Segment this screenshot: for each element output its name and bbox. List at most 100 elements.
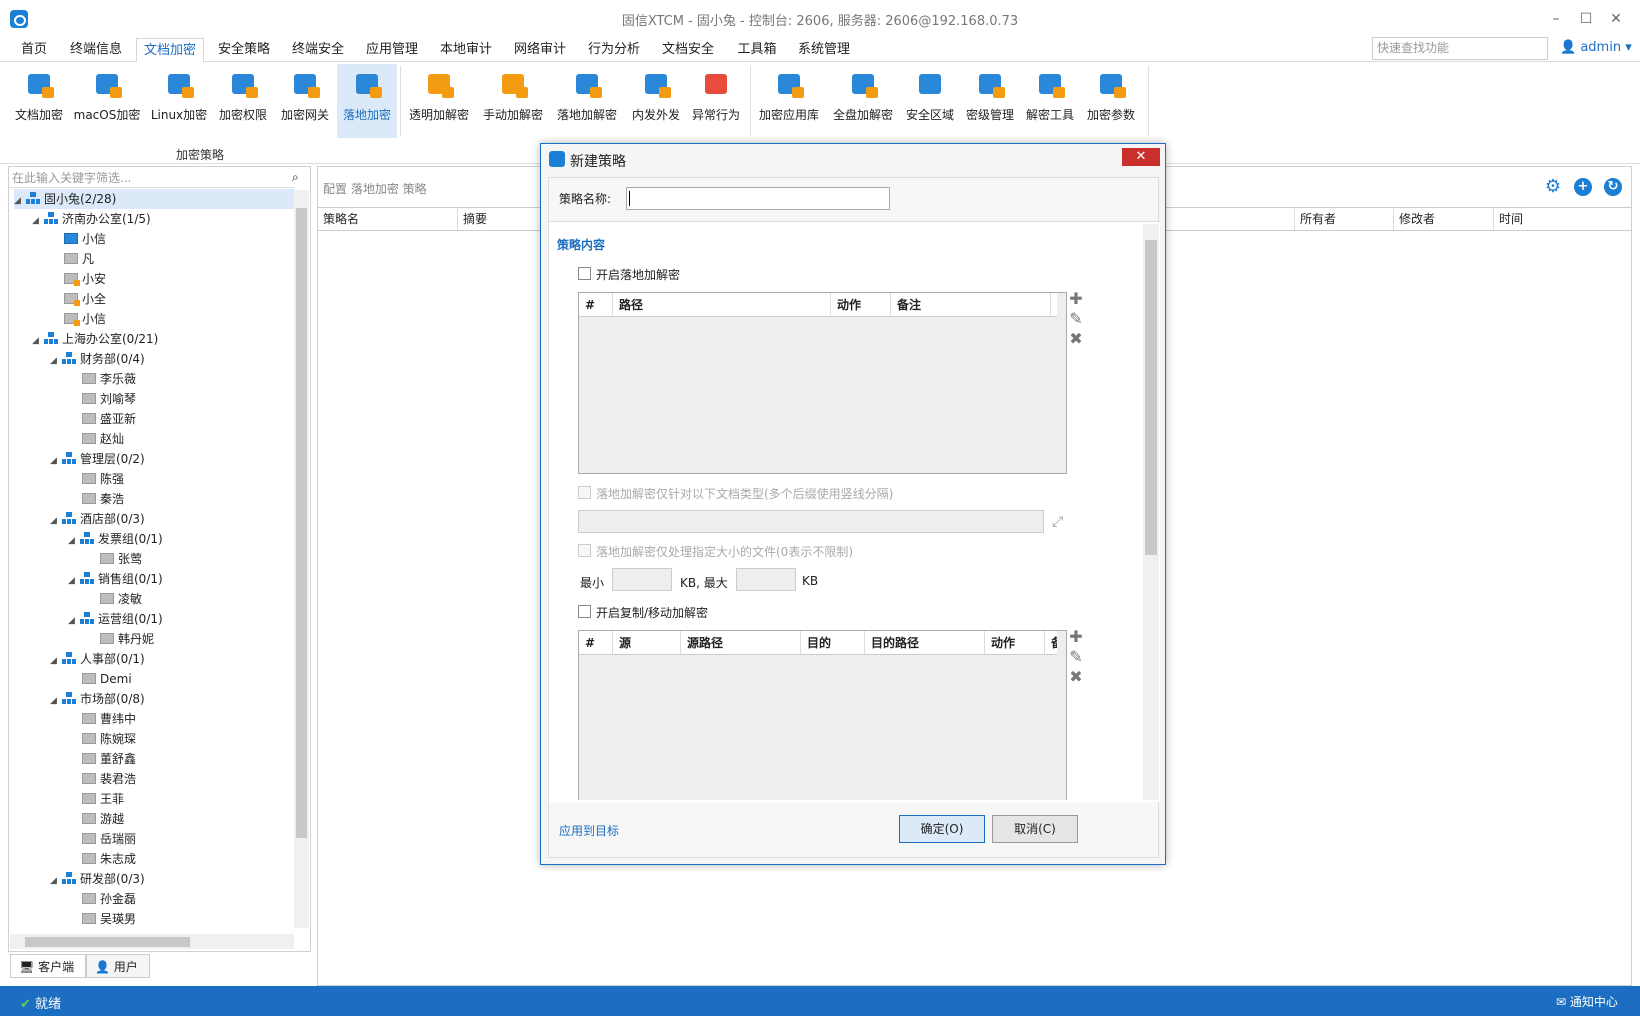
expand-icon[interactable]: ⤢ (1052, 514, 1063, 530)
tree-leaf[interactable]: 曹纬中 (82, 709, 136, 729)
menu-behavior-analysis[interactable]: 行为分析 (584, 38, 644, 62)
tree-hscroll-thumb[interactable] (25, 937, 190, 947)
tree-node[interactable]: ◢ 市场部(0/8) (50, 689, 145, 709)
col-source[interactable]: 源 (613, 631, 681, 655)
menu-app-management[interactable]: 应用管理 (362, 38, 422, 62)
refresh-icon[interactable]: ↻ (1604, 178, 1622, 196)
tree-node[interactable]: ◢ 发票组(0/1) (68, 529, 163, 549)
tree-leaf[interactable]: 秦浩 (82, 489, 124, 509)
tree-leaf[interactable]: 小安 (64, 269, 106, 289)
col-path[interactable]: 路径 (613, 293, 831, 317)
tree-node-root[interactable]: ◢ 固小兔(2/28) (14, 189, 294, 209)
tree-leaf[interactable]: 凌敏 (100, 589, 142, 609)
ribbon-decrypt-tool-button[interactable]: 解密工具 (1022, 64, 1078, 138)
delete-icon[interactable]: ✖ (1068, 667, 1084, 686)
ribbon-doc-encrypt-button[interactable]: 文档加密 (10, 64, 68, 138)
ribbon-full-disk-crypt-button[interactable]: 全盘加解密 (830, 64, 896, 138)
col-index[interactable]: # (579, 631, 613, 655)
edit-icon[interactable]: ✎ (1068, 647, 1084, 666)
tree-node-shanghai[interactable]: ◢ 上海办公室(0/21) (32, 329, 158, 349)
col-action[interactable]: 动作 (985, 631, 1045, 655)
column-policy-name[interactable]: 策略名 (318, 208, 458, 230)
delete-icon[interactable]: ✖ (1068, 329, 1084, 348)
close-window-icon[interactable]: ✕ (1604, 8, 1628, 30)
tree-leaf[interactable]: 盛亚新 (82, 409, 136, 429)
ribbon-encrypt-params-button[interactable]: 加密参数 (1082, 64, 1140, 138)
ribbon-transparent-crypt-button[interactable]: 透明加解密 (406, 64, 472, 138)
col-destination-path[interactable]: 目的路径 (865, 631, 985, 655)
menu-terminal-security[interactable]: 终端安全 (288, 38, 348, 62)
tree-scroll-thumb[interactable] (296, 208, 307, 838)
notification-center[interactable]: ✉ 通知中心 (1556, 993, 1618, 1010)
ribbon-landing-encrypt-button[interactable]: 落地加密 (337, 64, 397, 138)
minimize-icon[interactable]: – (1544, 8, 1568, 30)
enable-landing-crypt-checkbox[interactable] (578, 267, 591, 280)
add-icon[interactable]: ✚ (1068, 289, 1084, 308)
tree-leaf[interactable]: 韩丹妮 (100, 629, 154, 649)
settings-icon[interactable]: ⚙ (1544, 178, 1562, 196)
maximize-icon[interactable]: ☐ (1574, 8, 1598, 30)
ribbon-encrypt-app-library-button[interactable]: 加密应用库 (756, 64, 822, 138)
doc-type-filter-checkbox[interactable] (578, 486, 591, 499)
ribbon-send-internal-external-button[interactable]: 内发外发 (628, 64, 684, 138)
tree-node[interactable]: ◢ 酒店部(0/3) (50, 509, 145, 529)
add-icon[interactable]: ✚ (1068, 627, 1084, 646)
tree-node[interactable]: ◢ 研发部(0/3) (50, 869, 145, 889)
tree-leaf[interactable]: 小信 (64, 229, 106, 249)
menu-network-audit[interactable]: 网络审计 (510, 38, 570, 62)
menu-toolbox[interactable]: 工具箱 (734, 38, 780, 62)
menu-system-management[interactable]: 系统管理 (794, 38, 854, 62)
tree-leaf[interactable]: 刘喻琴 (82, 389, 136, 409)
ribbon-macos-encrypt-button[interactable]: macOS加密 (72, 64, 142, 138)
tree-leaf[interactable]: 吴瑛男 (82, 909, 136, 929)
menu-doc-encrypt[interactable]: 文档加密 (136, 38, 204, 63)
dialog-scroll-thumb[interactable] (1145, 240, 1157, 555)
size-filter-checkbox[interactable] (578, 544, 591, 557)
tab-users[interactable]: 👤 用户 (86, 954, 150, 978)
ribbon-landing-crypt-button[interactable]: 落地加解密 (554, 64, 620, 138)
tree-node[interactable]: ◢ 财务部(0/4) (50, 349, 145, 369)
ribbon-classification-button[interactable]: 密级管理 (962, 64, 1018, 138)
ribbon-encrypt-gateway-button[interactable]: 加密网关 (276, 64, 334, 138)
menu-home[interactable]: 首页 (14, 38, 54, 62)
col-remark[interactable]: 备注 (891, 293, 1051, 317)
tree-leaf[interactable]: 裴君浩 (82, 769, 136, 789)
edit-icon[interactable]: ✎ (1068, 309, 1084, 328)
tree-leaf[interactable]: 岳瑞丽 (82, 829, 136, 849)
tree-leaf[interactable]: 赵灿 (82, 429, 124, 449)
tree-leaf[interactable]: 陈强 (82, 469, 124, 489)
tree-leaf[interactable]: 董舒鑫 (82, 749, 136, 769)
col-remark-truncated[interactable]: 备 (1045, 631, 1057, 655)
enable-copy-move-crypt-checkbox[interactable] (578, 605, 591, 618)
tree-leaf[interactable]: 朱志成 (82, 849, 136, 869)
add-icon[interactable]: + (1574, 178, 1592, 196)
apply-to-target-link[interactable]: 应用到目标 (559, 822, 619, 839)
search-icon[interactable]: ⌕ (292, 170, 306, 184)
ribbon-linux-encrypt-button[interactable]: Linux加密 (148, 64, 210, 138)
doc-types-input[interactable] (578, 510, 1044, 533)
tree-node[interactable]: ◢ 销售组(0/1) (68, 569, 163, 589)
tree-leaf[interactable]: 凡 (64, 249, 94, 269)
tree-leaf[interactable]: 王菲 (82, 789, 124, 809)
quick-search-input[interactable]: 快速查找功能 (1372, 37, 1548, 60)
column-owner[interactable]: 所有者 (1294, 208, 1394, 230)
tree-leaf[interactable]: 小全 (64, 289, 106, 309)
col-destination[interactable]: 目的 (801, 631, 865, 655)
menu-security-policy[interactable]: 安全策略 (214, 38, 274, 62)
tree-leaf[interactable]: 张莺 (100, 549, 142, 569)
tree-node-jinan[interactable]: ◢ 济南办公室(1/5) (32, 209, 151, 229)
tree-leaf[interactable]: 陈婉琛 (82, 729, 136, 749)
cancel-button[interactable]: 取消(C) (992, 815, 1078, 843)
tree-leaf[interactable]: 游越 (82, 809, 124, 829)
ok-button[interactable]: 确定(O) (899, 815, 985, 843)
menu-terminal-info[interactable]: 终端信息 (66, 38, 126, 62)
tree-node[interactable]: ◢ 运营组(0/1) (68, 609, 163, 629)
ribbon-abnormal-behavior-button[interactable]: 异常行为 (688, 64, 744, 138)
ribbon-secure-zone-button[interactable]: 安全区域 (902, 64, 958, 138)
menu-doc-security[interactable]: 文档安全 (658, 38, 718, 62)
tree-node[interactable]: ◢ 人事部(0/1) (50, 649, 145, 669)
tab-clients[interactable]: 🖥 客户端 (10, 954, 86, 978)
column-summary[interactable]: 摘要 (458, 208, 548, 230)
tree-leaf[interactable]: 小信 (64, 309, 106, 329)
tree-leaf[interactable]: Demi (82, 669, 132, 689)
